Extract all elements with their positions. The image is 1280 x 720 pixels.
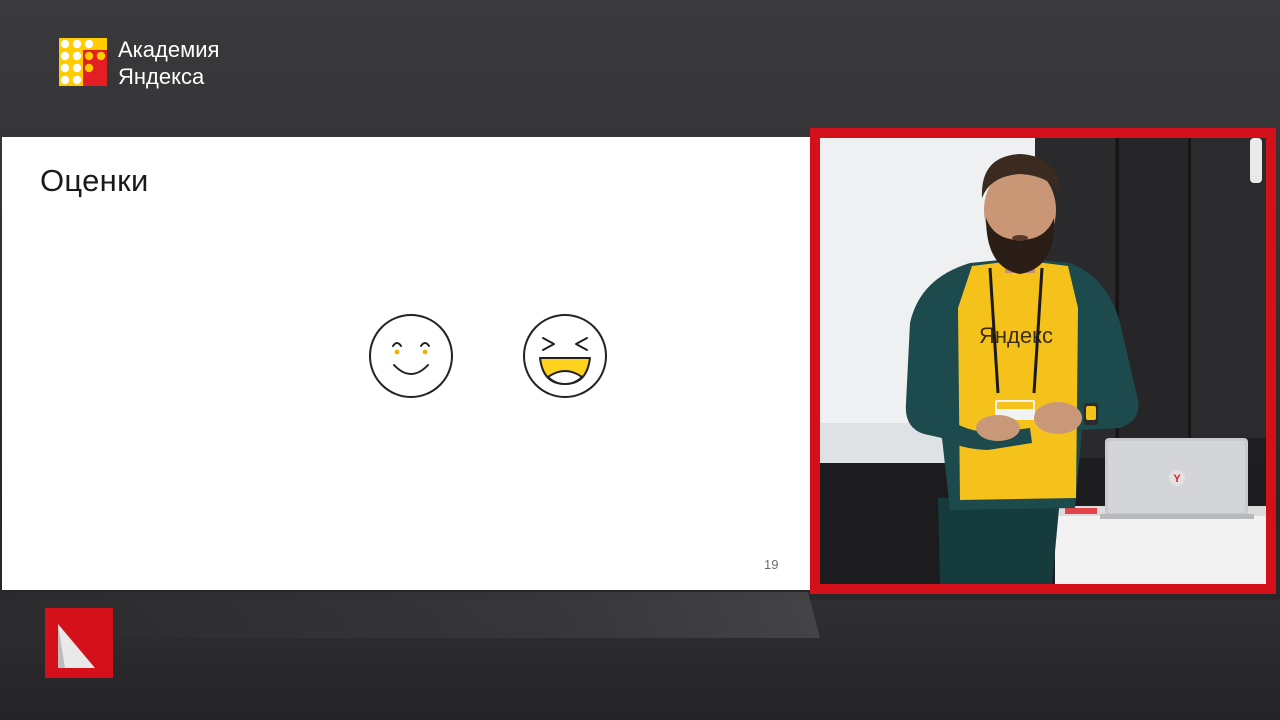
corner-triangle-logo-icon bbox=[45, 608, 113, 678]
laptop-logo-icon: Y bbox=[1173, 473, 1181, 485]
presentation-slide: Оценки 19 bbox=[2, 137, 810, 590]
yandex-academy-logo-icon bbox=[59, 38, 107, 86]
speaker-scene: Y Яндекс bbox=[820, 138, 1266, 584]
laughing-face-icon bbox=[523, 314, 607, 398]
slide-title: Оценки bbox=[40, 163, 149, 198]
brand-line-2: Яндекса bbox=[118, 64, 205, 89]
shirt-text: Яндекс bbox=[979, 323, 1053, 348]
brand-line-1: Академия bbox=[118, 37, 220, 62]
lecture-video-frame: Академия Яндекса Оценки 19 Y Яндекс bbox=[0, 0, 1280, 720]
speaker-video: Y Яндекс bbox=[810, 128, 1276, 594]
smiling-face-icon bbox=[369, 314, 453, 398]
slide-page-number: 19 bbox=[764, 557, 779, 572]
brand-name: Академия Яндекса bbox=[118, 36, 219, 90]
stage-shelf bbox=[0, 592, 820, 638]
